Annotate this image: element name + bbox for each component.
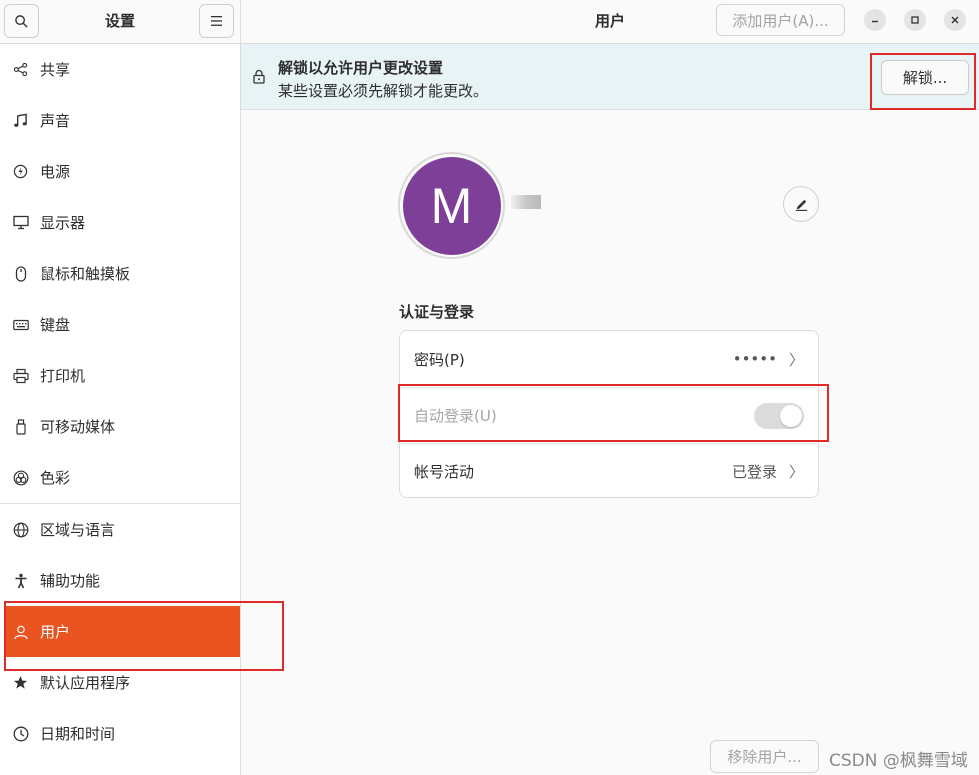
account-activity-value: 已登录 bbox=[731, 463, 777, 481]
sidebar-item-sound[interactable]: 声音 bbox=[0, 95, 240, 146]
sidebar-item-label: 打印机 bbox=[40, 367, 86, 385]
sidebar-item-label: 共享 bbox=[40, 61, 71, 79]
sidebar-item-label: 区域与语言 bbox=[40, 521, 116, 539]
sidebar-item-label: 键盘 bbox=[40, 316, 71, 334]
sidebar-item-label: 默认应用程序 bbox=[40, 674, 131, 692]
main-header: 用户 添加用户(A)... bbox=[241, 0, 979, 44]
color-icon bbox=[12, 469, 29, 486]
add-user-button[interactable]: 添加用户(A)... bbox=[716, 4, 845, 36]
sidebar-item-color[interactable]: 色彩 bbox=[0, 452, 240, 503]
sidebar-item-label: 电源 bbox=[40, 163, 71, 181]
power-icon bbox=[12, 163, 29, 180]
account-activity-label: 帐号活动 bbox=[414, 463, 475, 481]
sidebar-item-removable-media[interactable]: 可移动媒体 bbox=[0, 401, 240, 452]
sidebar-item-date-time[interactable]: 日期和时间 bbox=[0, 708, 240, 759]
auth-card: 密码(P) ••••• 〉 自动登录(U) 帐号活动 已登录 〉 bbox=[399, 330, 819, 498]
usb-drive-icon bbox=[12, 418, 29, 435]
maximize-button[interactable] bbox=[904, 9, 926, 31]
sidebar: 设置 共享 声音 电源 显示器 鼠标和触摸板 键盘 打印机 可移动媒体 色彩 区… bbox=[0, 0, 241, 775]
avatar-frame[interactable]: M bbox=[398, 152, 505, 259]
printer-icon bbox=[12, 367, 29, 384]
watermark: CSDN @枫舞雪域 bbox=[829, 751, 968, 771]
close-icon bbox=[951, 16, 959, 24]
sidebar-list: 共享 声音 电源 显示器 鼠标和触摸板 键盘 打印机 可移动媒体 色彩 区域与语… bbox=[0, 44, 240, 759]
clock-icon bbox=[12, 725, 29, 742]
autologin-toggle[interactable] bbox=[754, 402, 804, 429]
sidebar-item-label: 显示器 bbox=[40, 214, 86, 232]
share-icon bbox=[12, 61, 29, 78]
unlock-banner: 解锁以允许用户更改设置 某些设置必须先解锁才能更改。 解锁... bbox=[241, 44, 979, 110]
mouse-icon bbox=[12, 265, 29, 282]
sidebar-item-displays[interactable]: 显示器 bbox=[0, 197, 240, 248]
password-row[interactable]: 密码(P) ••••• 〉 bbox=[400, 331, 818, 387]
auth-section-title: 认证与登录 bbox=[399, 303, 475, 321]
sidebar-item-mouse-touchpad[interactable]: 鼠标和触摸板 bbox=[0, 248, 240, 299]
autologin-row[interactable]: 自动登录(U) bbox=[400, 387, 818, 443]
sidebar-item-default-apps[interactable]: 默认应用程序 bbox=[0, 657, 240, 708]
pencil-icon bbox=[795, 199, 807, 211]
sidebar-item-keyboard[interactable]: 键盘 bbox=[0, 299, 240, 350]
sidebar-item-accessibility[interactable]: 辅助功能 bbox=[0, 555, 240, 606]
sidebar-item-label: 可移动媒体 bbox=[40, 418, 116, 436]
main-panel: 用户 添加用户(A)... 解锁以允许用户更改设置 某些设置必须先解锁才能更改。… bbox=[241, 0, 979, 775]
star-icon bbox=[12, 674, 29, 691]
display-icon bbox=[12, 214, 29, 231]
accessibility-icon bbox=[12, 572, 29, 589]
username-redacted bbox=[511, 195, 541, 209]
toggle-knob bbox=[780, 404, 802, 427]
chevron-right-icon: 〉 bbox=[788, 350, 804, 369]
minimize-icon bbox=[872, 20, 878, 23]
sidebar-item-users[interactable]: 用户 bbox=[4, 606, 240, 657]
hamburger-menu-icon bbox=[211, 16, 222, 26]
users-icon bbox=[12, 623, 29, 640]
globe-icon bbox=[12, 521, 29, 538]
sidebar-item-region-language[interactable]: 区域与语言 bbox=[0, 504, 240, 555]
keyboard-icon bbox=[12, 316, 29, 333]
sidebar-item-printers[interactable]: 打印机 bbox=[0, 350, 240, 401]
close-button[interactable] bbox=[944, 9, 966, 31]
music-note-icon bbox=[12, 112, 29, 129]
sidebar-item-sharing[interactable]: 共享 bbox=[0, 44, 240, 95]
chevron-right-icon: 〉 bbox=[788, 463, 804, 481]
remove-user-button[interactable]: 移除用户... bbox=[710, 740, 819, 773]
autologin-label: 自动登录(U) bbox=[414, 407, 497, 425]
lock-icon bbox=[252, 69, 266, 88]
edit-name-button[interactable] bbox=[783, 186, 819, 222]
password-label: 密码(P) bbox=[414, 350, 465, 369]
minimize-button[interactable] bbox=[864, 9, 886, 31]
unlock-button[interactable]: 解锁... bbox=[881, 60, 969, 95]
sidebar-item-label: 色彩 bbox=[40, 469, 71, 487]
sidebar-item-power[interactable]: 电源 bbox=[0, 146, 240, 197]
account-activity-row[interactable]: 帐号活动 已登录 〉 bbox=[400, 443, 818, 499]
banner-subtitle: 某些设置必须先解锁才能更改。 bbox=[278, 82, 489, 100]
sidebar-item-label: 声音 bbox=[40, 112, 71, 130]
sidebar-item-label: 辅助功能 bbox=[40, 572, 101, 590]
password-value: ••••• bbox=[732, 350, 777, 368]
maximize-icon bbox=[911, 16, 919, 24]
main-menu-button[interactable] bbox=[199, 4, 234, 38]
sidebar-item-label: 用户 bbox=[40, 623, 71, 641]
sidebar-item-label: 日期和时间 bbox=[40, 725, 116, 743]
banner-title: 解锁以允许用户更改设置 bbox=[278, 59, 444, 77]
sidebar-item-label: 鼠标和触摸板 bbox=[40, 265, 131, 283]
sidebar-header: 设置 bbox=[0, 0, 240, 44]
avatar: M bbox=[402, 156, 501, 255]
